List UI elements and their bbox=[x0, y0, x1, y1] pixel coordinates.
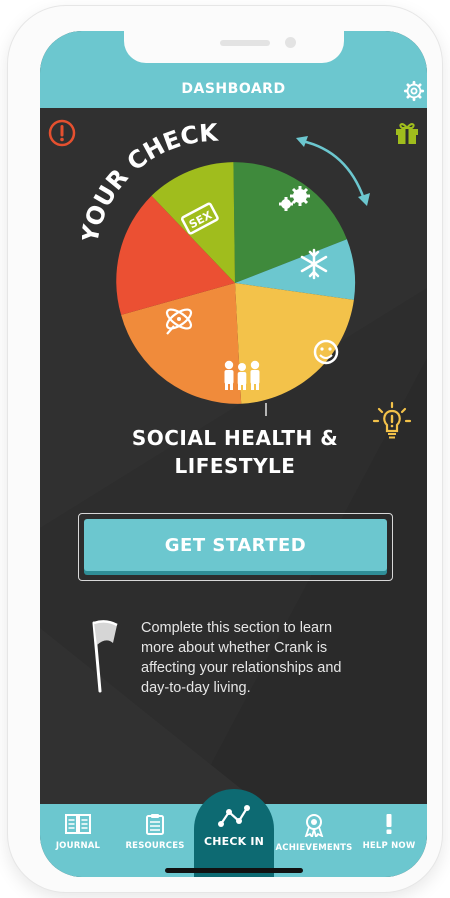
app-header: DASHBOARD bbox=[40, 31, 427, 108]
tab-resources-label: RESOURCES bbox=[125, 841, 185, 851]
tab-check-in[interactable]: CHECK IN bbox=[194, 789, 274, 877]
gear-icon[interactable] bbox=[403, 80, 425, 102]
get-started-button[interactable]: GET STARTED bbox=[84, 519, 387, 571]
tab-journal[interactable]: JOURNAL bbox=[40, 804, 116, 877]
section-description: Complete this section to learn more abou… bbox=[141, 620, 342, 696]
tab-achievements-label: ACHIEVEMENTS bbox=[275, 843, 353, 853]
flag-icon bbox=[92, 620, 118, 693]
alert-icon[interactable] bbox=[48, 119, 76, 147]
tab-help-now[interactable]: HELP NOW bbox=[351, 804, 427, 877]
gift-icon[interactable] bbox=[393, 118, 421, 146]
book-icon bbox=[65, 814, 91, 834]
section-title: SOCIAL HEALTH & LIFESTYLE bbox=[100, 424, 370, 480]
check-in-graph-icon bbox=[218, 805, 250, 827]
lightbulb-icon[interactable] bbox=[371, 401, 413, 443]
tab-achievements[interactable]: ACHIEVEMENTS bbox=[276, 804, 352, 877]
ribbon-icon bbox=[304, 814, 324, 837]
section-title-line2: LIFESTYLE bbox=[174, 454, 296, 478]
exclamation-icon bbox=[386, 814, 392, 834]
get-started-frame: GET STARTED bbox=[78, 513, 393, 581]
tab-check-in-label: CHECK IN bbox=[203, 835, 265, 848]
phone-frame: DASHBOARD OUR CHECK SEX SOCIAL HEALTH & … bbox=[8, 6, 442, 892]
home-indicator[interactable] bbox=[165, 868, 303, 873]
speaker-grille bbox=[220, 40, 270, 46]
page-title: DASHBOARD bbox=[181, 81, 286, 97]
tab-help-now-label: HELP NOW bbox=[362, 841, 416, 851]
tab-resources[interactable]: RESOURCES bbox=[117, 804, 193, 877]
rotate-arrow-icon[interactable] bbox=[292, 133, 372, 213]
app-screen: DASHBOARD OUR CHECK SEX SOCIAL HEALTH & … bbox=[40, 31, 427, 877]
device-notch bbox=[124, 31, 344, 63]
front-camera bbox=[285, 37, 296, 48]
tab-journal-label: JOURNAL bbox=[55, 841, 101, 851]
clipboard-icon bbox=[146, 814, 164, 835]
section-title-line1: SOCIAL HEALTH & bbox=[131, 426, 339, 450]
